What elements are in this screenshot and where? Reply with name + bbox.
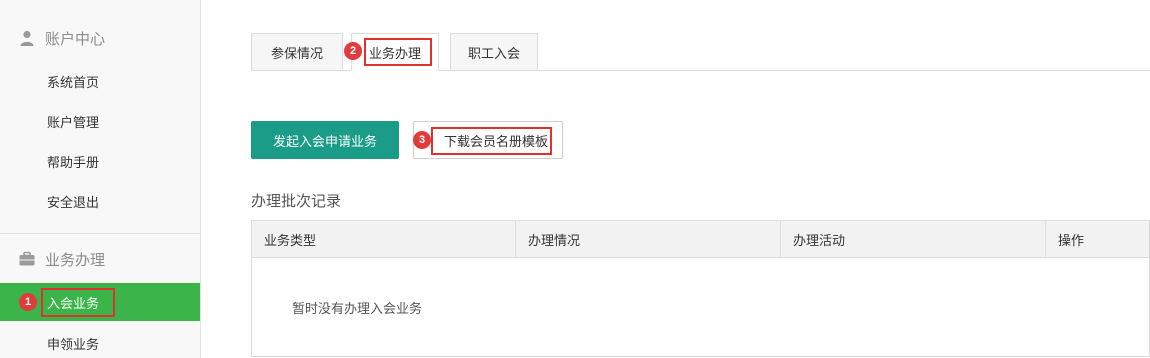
download-member-roster-template-button[interactable]: 下载会员名册模板 [413, 121, 563, 159]
table-header: 业务类型 办理情况 办理活动 操作 [252, 221, 1149, 258]
column-header-handling-activity: 办理活动 [781, 221, 1046, 257]
account-center-label: 账户中心 [45, 29, 106, 48]
column-header-operations: 操作 [1058, 233, 1085, 249]
tab-business-handling[interactable]: 业务办理 [351, 33, 439, 71]
sidebar-item-home[interactable]: 系统首页 [0, 62, 200, 100]
empty-state-message: 暂时没有办理入会业务 [292, 302, 423, 317]
tab-employee-membership[interactable]: 职工入会 [450, 33, 538, 71]
annotation-marker-1: 1 [19, 293, 37, 311]
records-section-title: 办理批次记录 [251, 192, 342, 210]
user-icon [18, 29, 36, 47]
tab-insurance-status[interactable]: 参保情况 [251, 33, 343, 71]
business-section-label: 业务办理 [45, 250, 106, 269]
business-section-header: 业务办理 [0, 239, 200, 279]
sidebar-divider [0, 233, 200, 234]
account-center-header: 账户中心 [0, 18, 200, 58]
column-header-business-type: 业务类型 [252, 221, 516, 257]
records-table: 业务类型 办理情况 办理活动 操作 暂时没有办理入会业务 [251, 220, 1150, 357]
column-header-handling-status: 办理情况 [516, 221, 781, 257]
briefcase-icon [18, 250, 36, 268]
sidebar-item-help-manual[interactable]: 帮助手册 [0, 142, 200, 180]
sidebar-item-account-management[interactable]: 账户管理 [0, 102, 200, 140]
annotation-marker-3: 3 [413, 131, 431, 149]
sidebar-item-logout[interactable]: 安全退出 [0, 182, 200, 220]
sidebar-item-claim-business[interactable]: 申领业务 [0, 324, 200, 358]
start-membership-application-button[interactable]: 发起入会申请业务 [251, 121, 399, 159]
annotation-marker-2: 2 [344, 42, 362, 60]
